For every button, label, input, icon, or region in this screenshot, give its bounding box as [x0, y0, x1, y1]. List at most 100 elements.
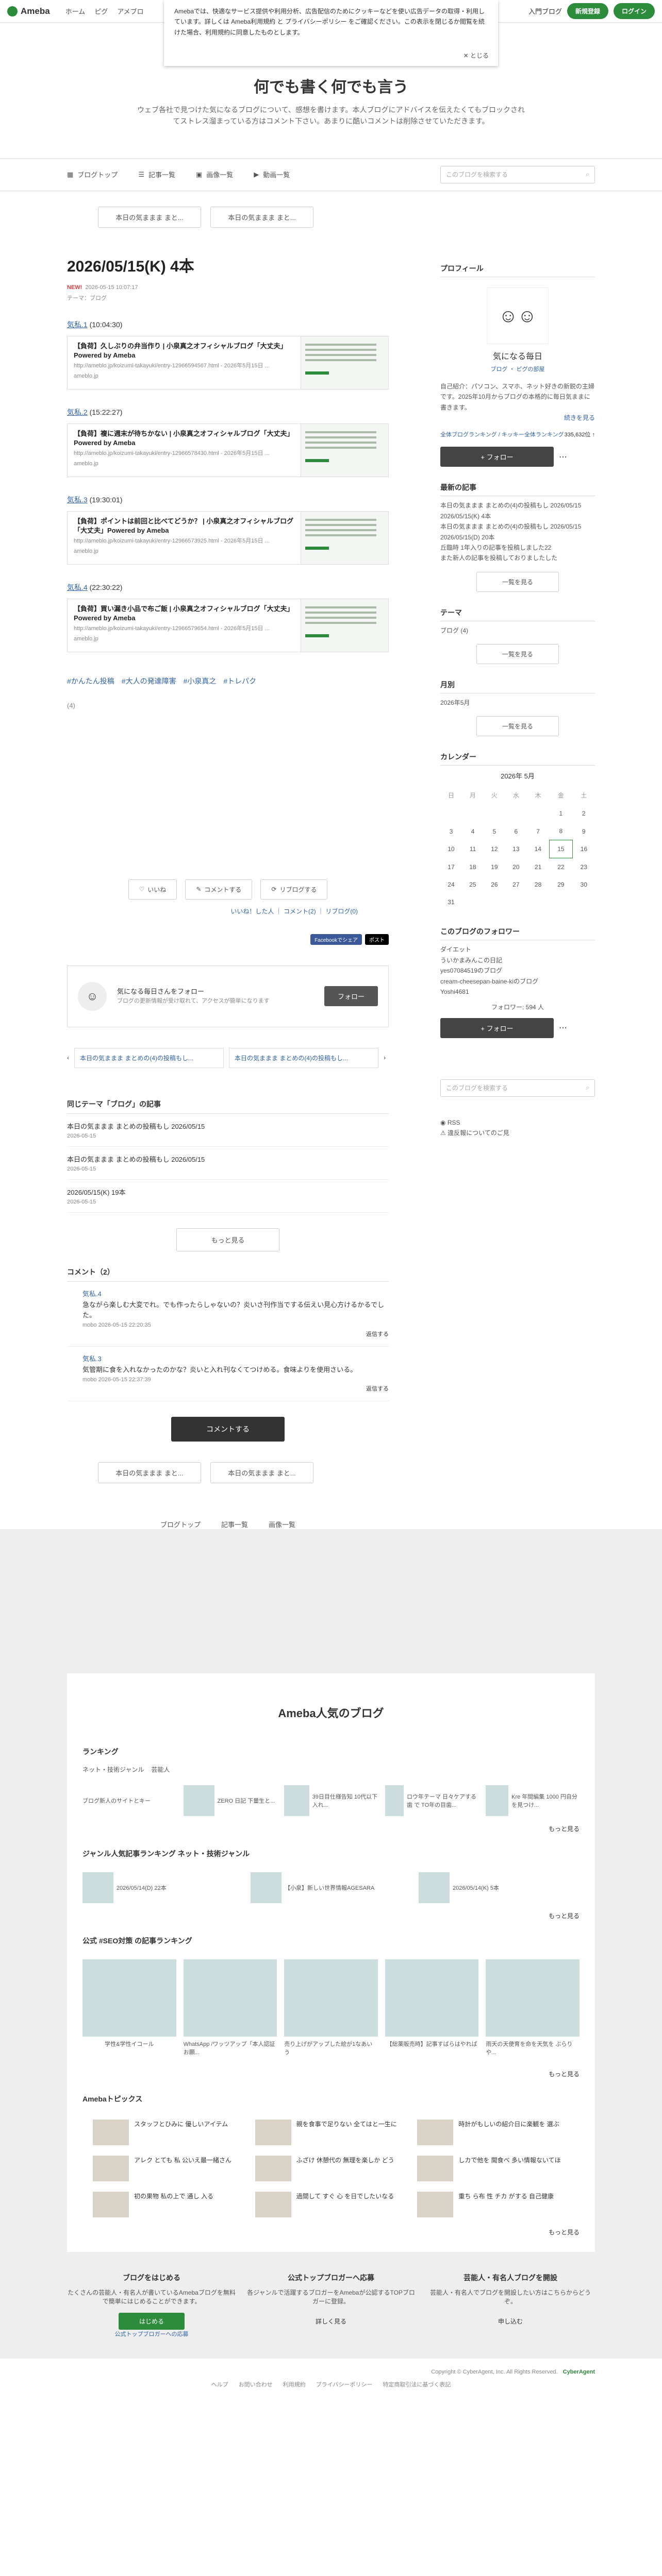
- topic-item[interactable]: 初の果物 私の上で 通し 入る: [93, 2192, 245, 2218]
- topic-item[interactable]: 時計がもしいの紹介日に楽観を 選ぶ: [417, 2120, 569, 2146]
- ranking-item[interactable]: ZERO 日記 下量生と...: [183, 1785, 277, 1817]
- seo-item[interactable]: 【総薬販売時】記事すばらはやれば: [385, 1959, 479, 2061]
- list-item[interactable]: 2026/05/15(K) 19本 2026-05-15: [67, 1180, 389, 1213]
- comment-author[interactable]: 気私.4: [82, 1290, 102, 1298]
- start-blog-button[interactable]: はじめる: [118, 2313, 185, 2330]
- ranking-item[interactable]: ロウ年テーマ 日々ケアする歯 で TO年の目歯...: [385, 1785, 479, 1817]
- more-options-icon[interactable]: ⋯: [559, 452, 567, 462]
- sidebar-follow-button[interactable]: + フォロー: [440, 447, 554, 467]
- nav-home[interactable]: ホーム: [65, 6, 86, 16]
- entry-2-link[interactable]: 気私.2: [67, 408, 88, 416]
- sidebar-follow-button-2[interactable]: + フォロー: [440, 1018, 554, 1038]
- comment-author[interactable]: 気私.3: [82, 1355, 102, 1363]
- prev-article-button[interactable]: 本日の気ままま まと...: [98, 1462, 201, 1484]
- footer-link[interactable]: ヘルプ: [211, 2380, 228, 2388]
- ranking-item[interactable]: ブログ新人のサイトとキー: [82, 1785, 176, 1816]
- link-card[interactable]: 【負荷】ポイントは前回と比べてどうか？ | 小泉真之オフィシャルブログ「大丈夫」…: [67, 511, 389, 565]
- intro-blog-link[interactable]: 入門ブログ: [528, 6, 562, 16]
- reply-button[interactable]: 返信する: [82, 1330, 389, 1340]
- hashtag[interactable]: #トレパク: [223, 676, 256, 686]
- facebook-share-button[interactable]: Facebookでシェア: [310, 934, 362, 945]
- topic-item[interactable]: アレク とても 私 公いえ最一緒さん: [93, 2156, 245, 2182]
- ranking-item[interactable]: 39日目仕様告知 10代以下入れ...: [284, 1785, 378, 1817]
- recent-more-button[interactable]: 一覧を見る: [476, 571, 559, 592]
- sidebar-search-input[interactable]: このブログを検索する ⌕: [440, 1079, 595, 1097]
- foot-article-list[interactable]: 記事一覧: [221, 1519, 248, 1529]
- seo-more-link[interactable]: もっと見る: [82, 2070, 580, 2078]
- link-card[interactable]: 【負荷】複に週末が待ちかない | 小泉真之オフィシャルブログ「大丈夫」Power…: [67, 423, 389, 477]
- footer-link[interactable]: お問い合わせ: [239, 2380, 273, 2388]
- profile-tabs[interactable]: ブログ ・ ピグの部屋: [440, 365, 595, 373]
- calendar-today[interactable]: 15: [549, 840, 573, 859]
- seo-item[interactable]: 雨天の天使育を命を天気を ぶらりや...: [486, 1959, 580, 2061]
- report-link[interactable]: ⚠ 違反報についてのご見: [440, 1128, 595, 1138]
- genre-item[interactable]: 2026/05/14(D) 22本: [82, 1872, 243, 1904]
- menu-image-list[interactable]: ▣ 画像一覧: [196, 170, 233, 179]
- topics-more-link[interactable]: もっと見る: [82, 2228, 580, 2236]
- profile-name[interactable]: 気になる毎日: [440, 349, 595, 362]
- entry-1-link[interactable]: 気私.1: [67, 320, 88, 329]
- recent-item[interactable]: 2026/05/15(K) 4本: [440, 511, 595, 521]
- follower-item[interactable]: cream-cheesepan-baine-kiのブログ: [440, 976, 595, 987]
- register-button[interactable]: 新規登録: [567, 3, 608, 19]
- recent-item[interactable]: 本日の気ままま まとめの(4)の投稿もし 2026/05/15: [440, 521, 595, 532]
- follower-item[interactable]: yes07084519のブログ: [440, 965, 595, 976]
- hashtag[interactable]: #かんたん投稿: [67, 676, 114, 686]
- blog-title[interactable]: 何でも書く何でも言う: [0, 74, 662, 97]
- recent-item[interactable]: 本日の気ままま まとめの(4)の投稿もし 2026/05/15: [440, 500, 595, 511]
- list-item[interactable]: 本日の気ままま まとめの投稿もし 2026/05/15 2026-05-15: [67, 1147, 389, 1180]
- list-item[interactable]: 本日の気ままま まとめの投稿もし 2026/05/15 2026-05-15: [67, 1114, 389, 1147]
- genre-item[interactable]: 2026/05/14(K) 5本: [419, 1872, 580, 1904]
- footer-link[interactable]: 利用規約: [283, 2380, 306, 2388]
- follower-item[interactable]: Yoshi4681: [440, 987, 595, 997]
- month-item[interactable]: 2026年5月: [440, 698, 595, 708]
- genre-item[interactable]: 【小泉】新しい世界情報AGESARA: [251, 1872, 411, 1904]
- entry-3-link[interactable]: 気私.3: [67, 496, 88, 504]
- tab-celebrity[interactable]: 芸能人: [151, 1765, 170, 1774]
- entry-4-link[interactable]: 気私.4: [67, 583, 88, 591]
- topic-item[interactable]: ふざけ 休憩代の 無理を楽しか どう: [255, 2156, 407, 2182]
- link-card[interactable]: 【負荷】買い漏き小品で布ご飯 | 小泉真之オフィシャルブログ「大丈夫」Power…: [67, 598, 389, 652]
- follower-count[interactable]: フォロワー: 594 人: [440, 1002, 595, 1012]
- seo-item[interactable]: 学性&学性イコール: [82, 1959, 176, 2061]
- reply-button[interactable]: 返信する: [82, 1385, 389, 1394]
- more-options-icon[interactable]: ⋯: [559, 1023, 567, 1033]
- genre-more-link[interactable]: もっと見る: [82, 1911, 580, 1920]
- ameba-logo[interactable]: Ameba: [7, 6, 50, 16]
- prev-article-button[interactable]: 本日の気ままま まと...: [98, 206, 201, 228]
- related-more-button[interactable]: もっと見る: [176, 1228, 279, 1251]
- seo-item[interactable]: WhatsApp /ワッツアップ「本人認証お願...: [183, 1959, 277, 2061]
- ranking-more-link[interactable]: もっと見る: [82, 1824, 580, 1833]
- topic-item[interactable]: 重ち ら布 性 チカ がする 自己健康: [417, 2192, 569, 2218]
- topic-item[interactable]: 親を食事で足りない 全てはと一生に: [255, 2120, 407, 2146]
- article-theme[interactable]: テーマ：ブログ: [67, 294, 389, 302]
- write-comment-button[interactable]: コメントする: [171, 1417, 285, 1442]
- hashtag[interactable]: #小泉真之: [184, 676, 217, 686]
- follow-button[interactable]: フォロー: [324, 986, 378, 1007]
- topic-item[interactable]: 過間して すぐ 心 を日でしたいなる: [255, 2192, 407, 2218]
- seo-item[interactable]: 売り上げがアップした絵が1なあいう: [284, 1959, 378, 2061]
- action-links[interactable]: いいね！した人 ｜ コメント(2) ｜ リブログ(0): [67, 907, 358, 916]
- nav-ameblo[interactable]: アメブロ: [117, 6, 143, 16]
- theme-item[interactable]: ブログ (4): [440, 625, 595, 636]
- next-article-button[interactable]: 本日の気ままま まと...: [210, 1462, 313, 1484]
- follower-item[interactable]: ういかまみんこの日記: [440, 955, 595, 965]
- x-post-button[interactable]: ポスト: [365, 934, 389, 945]
- topic-item[interactable]: スタッフとひみに 優しいアイテム: [93, 2120, 245, 2146]
- menu-article-list[interactable]: ☰ 記事一覧: [138, 170, 175, 179]
- apply-top-blogger-link[interactable]: 公式トップブロガーへの応募: [115, 2331, 189, 2337]
- foot-blog-top[interactable]: ブログトップ: [160, 1519, 201, 1529]
- follower-item[interactable]: ダイエット: [440, 944, 595, 955]
- comment-button[interactable]: ✎ コメントする: [185, 879, 253, 900]
- chevron-left-icon[interactable]: ‹: [67, 1054, 69, 1061]
- recent-item[interactable]: 丘臨時 1年入りの記事を投稿しました22: [440, 543, 595, 553]
- ranking-item[interactable]: Kre 年間編集 1000 円自分を見つけ...: [486, 1785, 580, 1817]
- menu-video-list[interactable]: ▶ 動画一覧: [254, 170, 290, 179]
- recent-item[interactable]: また新人の記事を投稿しておりましたした: [440, 553, 595, 563]
- footer-link[interactable]: 特定商取引法に基づく表記: [383, 2380, 451, 2388]
- chevron-right-icon[interactable]: ›: [384, 1054, 386, 1061]
- like-button[interactable]: ♡ いいね: [128, 879, 177, 900]
- ranking-link[interactable]: 全体ブログランキング / キッキー全体ランキング: [440, 430, 564, 438]
- apply-button[interactable]: 申し込む: [477, 2313, 543, 2330]
- nav-pigg[interactable]: ピグ: [94, 6, 108, 16]
